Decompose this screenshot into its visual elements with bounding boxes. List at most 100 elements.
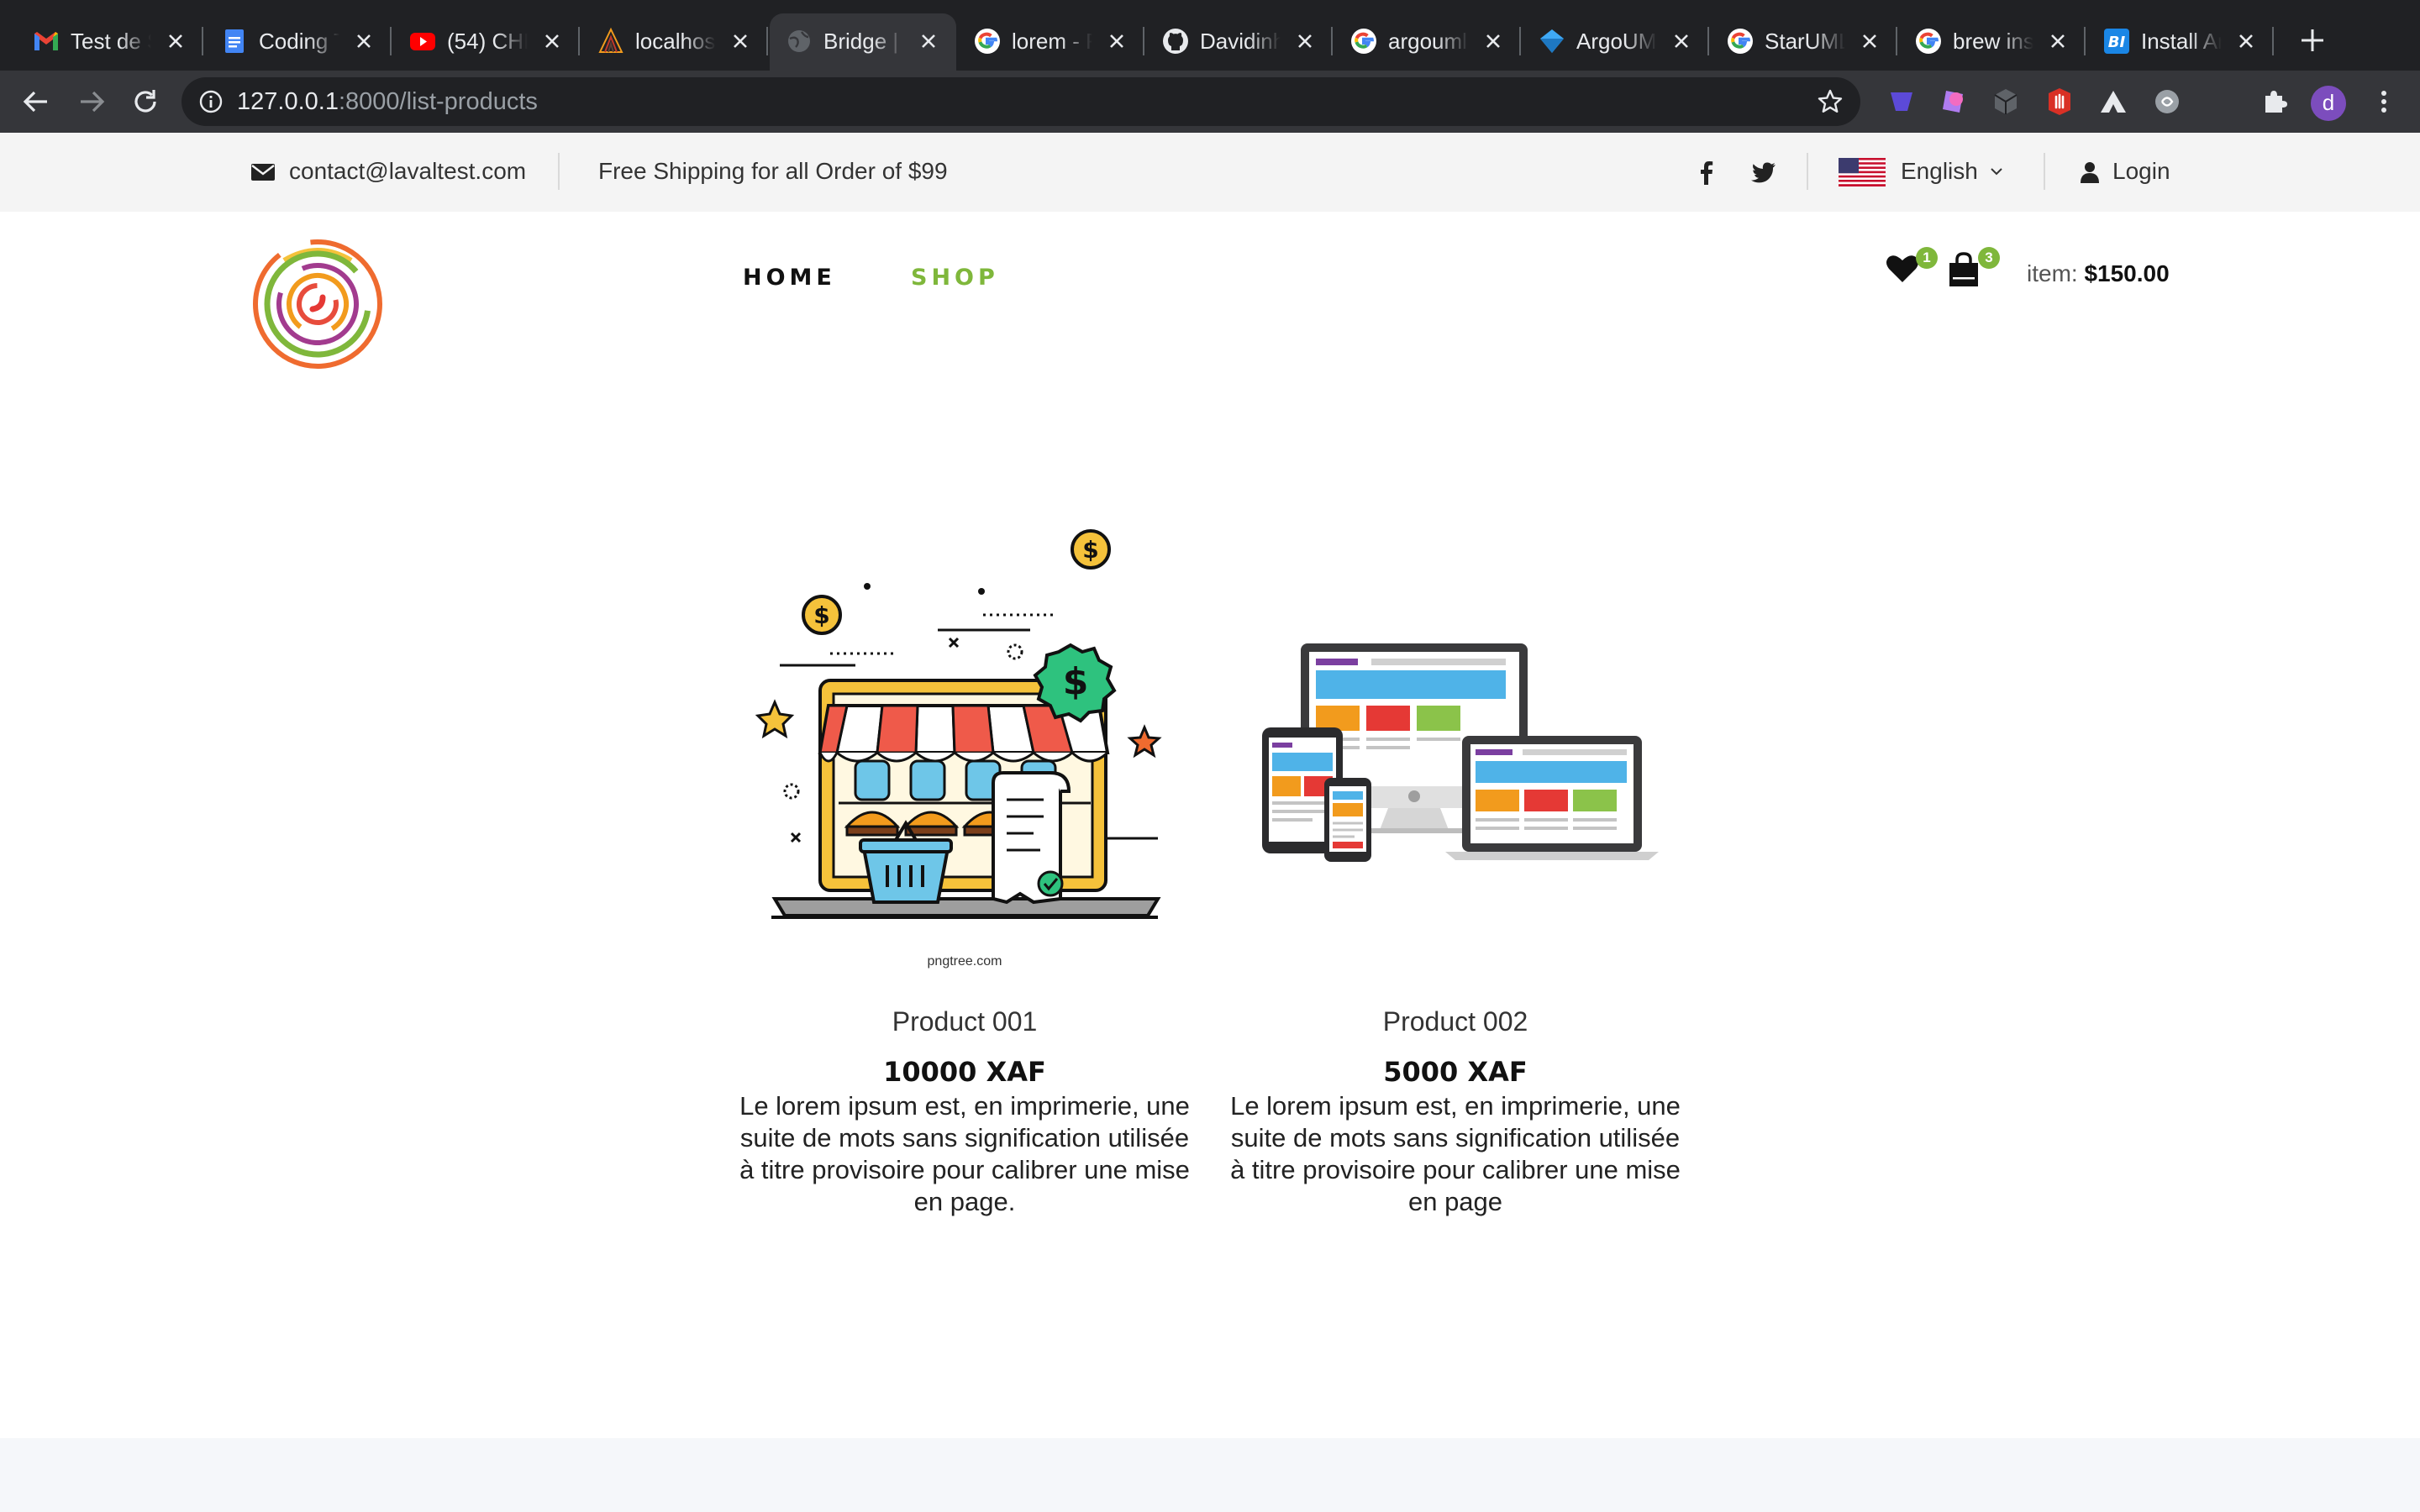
nav-shop[interactable]: SHOP <box>911 264 999 292</box>
tab-install[interactable]: BI Install Ar <box>2087 13 2274 71</box>
image-watermark: pngtree.com <box>927 954 1002 969</box>
close-icon[interactable] <box>1670 30 1692 52</box>
tab-lorem[interactable]: lorem - Re <box>958 13 1144 71</box>
envelope-icon <box>251 164 275 181</box>
cart-total[interactable]: item: $150.00 <box>2027 259 2170 289</box>
google-icon <box>975 29 1000 54</box>
product-name[interactable]: Product 002 <box>1228 1005 1682 1038</box>
profile-avatar[interactable]: d <box>2311 86 2346 121</box>
close-icon[interactable] <box>2047 30 2069 52</box>
nav-home[interactable]: HOME <box>743 264 836 292</box>
google-docs-icon <box>225 29 244 53</box>
reload-icon[interactable] <box>129 86 161 118</box>
tab-bridge-active[interactable]: Bridge | Sh <box>770 13 956 71</box>
us-flag-icon <box>1839 158 1886 186</box>
close-icon[interactable] <box>918 30 939 52</box>
tab-separator <box>2084 27 2086 55</box>
new-tab-plus-icon[interactable] <box>2297 25 2328 55</box>
site-top-bar: contact@lavaltest.com Free Shipping for … <box>0 133 2420 212</box>
svg-text:$: $ <box>1063 660 1089 703</box>
tab-github[interactable]: Davidinho <box>1146 13 1333 71</box>
back-arrow-icon[interactable] <box>20 86 52 118</box>
responsive-devices-illustration[interactable] <box>1228 504 1682 991</box>
divider <box>558 153 560 190</box>
extension-circle-icon[interactable] <box>2151 86 2183 118</box>
url-text[interactable]: 127.0.0.1:8000/list-products <box>237 87 538 117</box>
google-icon <box>1728 29 1753 54</box>
twitter-icon[interactable] <box>1751 161 1776 183</box>
extensions-puzzle-icon[interactable] <box>2259 86 2291 118</box>
extension-mountain-icon[interactable] <box>2097 86 2129 118</box>
tab-title: argouml - <box>1388 29 1469 54</box>
cart-total-amount: $150.00 <box>2084 260 2170 286</box>
tab-gmail[interactable]: Test de Sél <box>17 13 203 71</box>
online-shop-illustration[interactable]: $ $ $ <box>738 504 1192 991</box>
menu-kebab-icon[interactable] <box>2368 86 2400 118</box>
heart-icon[interactable] <box>1886 254 1919 284</box>
browser-toolbar: 127.0.0.1:8000/list-products 18 d <box>0 71 2420 193</box>
chevron-down-icon[interactable] <box>1990 166 2003 176</box>
site-logo[interactable] <box>250 237 385 371</box>
login-link[interactable]: Login <box>2112 156 2170 186</box>
cart-total-label: item: <box>2027 260 2078 286</box>
argouml-icon <box>598 27 623 53</box>
extension-gradient-icon[interactable] <box>1938 86 1970 118</box>
tab-title: Coding Tes <box>259 29 339 54</box>
tab-title: Install Ar <box>2141 29 2222 54</box>
close-icon[interactable] <box>541 30 563 52</box>
url-host: 127.0.0.1 <box>237 88 339 115</box>
product-card[interactable]: Product 002 5000 XAF Le lorem ipsum est,… <box>1228 504 1682 1216</box>
contact-email[interactable]: contact@lavaltest.com <box>289 156 526 186</box>
tab-staruml[interactable]: StarUML m <box>1711 13 1897 71</box>
info-icon[interactable] <box>198 89 224 114</box>
close-icon[interactable] <box>353 30 375 52</box>
tab-argouml[interactable]: ArgoUML <box>1523 13 1709 71</box>
close-icon[interactable] <box>2235 30 2257 52</box>
product-card[interactable]: $ $ $ pngtree.com Product 001 10000 XAF … <box>738 504 1192 1216</box>
close-icon[interactable] <box>1859 30 1881 52</box>
google-icon <box>1351 29 1376 54</box>
close-icon[interactable] <box>1106 30 1128 52</box>
tab-title: (54) CHILL <box>447 29 528 54</box>
product-description: Le lorem ipsum est, en imprimerie, une s… <box>739 1091 1190 1216</box>
extension-icon[interactable] <box>1886 86 1918 118</box>
svg-text:$: $ <box>813 601 829 629</box>
bookmark-star-icon[interactable] <box>1817 88 1844 115</box>
tab-brew[interactable]: brew insta <box>1899 13 2086 71</box>
svg-text:BI: BI <box>2108 34 2126 51</box>
close-icon[interactable] <box>729 30 751 52</box>
tab-title: localhost <box>635 29 716 54</box>
tab-localhost[interactable]: localhost <box>581 13 768 71</box>
tab-separator <box>1707 27 1709 55</box>
extension-hand-icon[interactable] <box>2044 86 2075 118</box>
close-icon[interactable] <box>165 30 187 52</box>
tab-title: Test de Sél <box>71 29 151 54</box>
url-path: :8000/list-products <box>338 88 538 115</box>
tab-separator <box>1331 27 1333 55</box>
argouml-diamond-icon <box>1540 29 1564 53</box>
tab-separator <box>2272 27 2274 55</box>
tab-separator <box>202 27 203 55</box>
github-icon <box>1163 29 1188 54</box>
tab-separator <box>578 27 580 55</box>
language-selector[interactable]: English <box>1901 156 1978 186</box>
tab-separator <box>766 27 768 55</box>
youtube-icon <box>410 33 435 50</box>
address-bar[interactable]: 127.0.0.1:8000/list-products <box>182 77 1860 126</box>
tab-youtube[interactable]: (54) CHILL <box>393 13 580 71</box>
tab-title: Davidinho <box>1200 29 1281 54</box>
tab-title: Bridge | Sh <box>823 29 904 54</box>
tab-coding[interactable]: Coding Tes <box>205 13 392 71</box>
facebook-icon[interactable] <box>1697 160 1716 185</box>
tab-argouml-search[interactable]: argouml - <box>1334 13 1521 71</box>
cart-count-badge: 3 <box>1978 247 2000 269</box>
close-icon[interactable] <box>1294 30 1316 52</box>
forward-arrow-icon[interactable] <box>76 86 108 118</box>
tab-title: brew insta <box>1953 29 2033 54</box>
product-name[interactable]: Product 001 <box>738 1005 1192 1038</box>
shopping-bag-icon[interactable] <box>1948 252 1980 287</box>
extension-cube-icon[interactable] <box>1990 86 2022 118</box>
gmail-icon <box>34 32 58 50</box>
svg-text:$: $ <box>1082 536 1098 564</box>
close-icon[interactable] <box>1482 30 1504 52</box>
